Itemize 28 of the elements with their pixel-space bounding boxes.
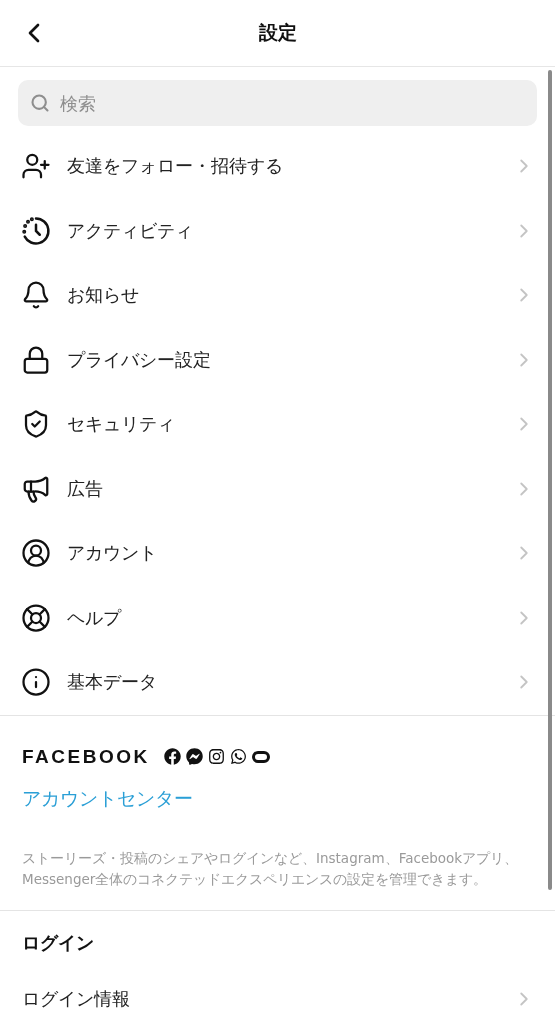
info-icon <box>21 667 51 698</box>
page-title: 設定 <box>258 20 297 45</box>
menu-item[interactable]: 友達をフォロー・招待する <box>0 134 555 199</box>
clock-icon <box>21 215 51 246</box>
menu-item[interactable]: ログイン情報 <box>0 966 555 1024</box>
menu-item[interactable]: お知らせ <box>0 263 555 328</box>
lifebuoy-icon <box>21 602 51 633</box>
menu-item[interactable]: プライバシー設定 <box>0 327 555 392</box>
search-input[interactable]: 検索 <box>58 91 525 115</box>
menu-item[interactable]: 基本データ <box>0 650 555 715</box>
search-icon <box>30 93 50 113</box>
description-text: ストーリーズ・投稿のシェアやログインなど、Instagram、Facebookアプリ、Messenger全体のコネクテッドエクスペリエンスの設定を管理できます。 <box>22 848 520 889</box>
brand-wordmark: FACEBOOK <box>22 745 150 768</box>
facebook-logo-icon <box>163 748 181 765</box>
lock-icon <box>21 344 51 375</box>
menu-item[interactable]: アカウント <box>0 521 555 586</box>
bell-icon <box>21 280 51 311</box>
instagram-logo-icon <box>207 748 225 765</box>
menu-item[interactable]: アクティビティ <box>0 198 555 263</box>
messenger-logo-icon <box>185 748 203 765</box>
search-field[interactable]: 検索 <box>18 80 537 126</box>
section-heading: ログイン <box>21 930 95 955</box>
pill-logo-icon <box>251 750 270 763</box>
menu-item[interactable]: 広告 <box>0 456 555 521</box>
whatsapp-logo-icon <box>229 748 247 765</box>
menu-item[interactable]: ヘルプ <box>0 585 555 650</box>
person-circle-icon <box>21 538 51 569</box>
menu-item[interactable]: セキュリティ <box>0 392 555 457</box>
